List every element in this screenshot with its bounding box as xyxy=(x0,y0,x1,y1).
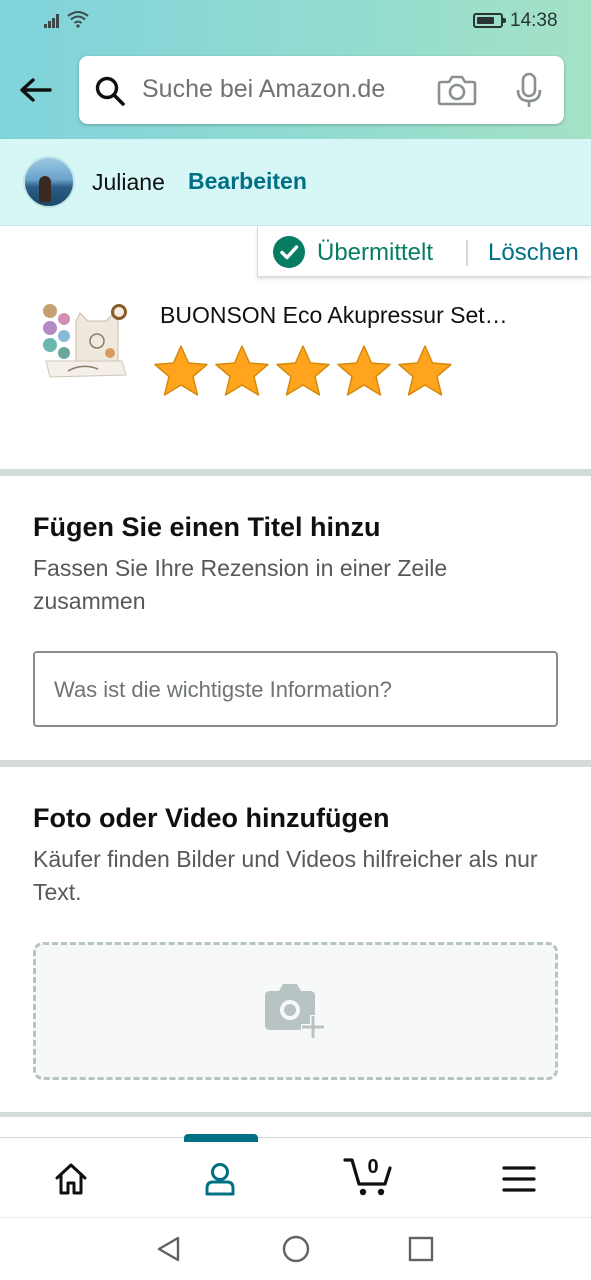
status-time: 14:38 xyxy=(510,10,558,31)
star-filled-icon[interactable] xyxy=(152,343,210,401)
star-rating[interactable] xyxy=(152,343,457,401)
divider xyxy=(466,240,468,266)
active-tab-indicator xyxy=(184,1134,258,1142)
review-title-input[interactable]: Was ist die wichtigste Information? xyxy=(33,651,558,727)
review-status-bar: Übermittelt Löschen xyxy=(257,227,591,277)
media-upload-area[interactable] xyxy=(33,942,558,1080)
cart-count-badge: 0 xyxy=(367,1156,379,1178)
microphone-icon[interactable] xyxy=(514,72,544,110)
edit-profile-link[interactable]: Bearbeiten xyxy=(188,168,307,195)
search-bar[interactable]: Suche bei Amazon.de xyxy=(79,56,564,124)
system-home-icon[interactable] xyxy=(281,1234,311,1264)
section-divider xyxy=(0,1112,591,1117)
signal-icon xyxy=(44,14,64,28)
back-arrow-icon[interactable] xyxy=(14,70,58,114)
star-filled-icon[interactable] xyxy=(335,343,393,401)
search-icon xyxy=(95,76,125,106)
search-input[interactable]: Suche bei Amazon.de xyxy=(142,75,385,104)
section-divider xyxy=(0,760,591,767)
product-title: BUONSON Eco Akupressur Set… xyxy=(160,302,508,328)
nav-menu[interactable] xyxy=(464,1138,574,1218)
title-subtitle: Fassen Sie Ihre Rezension in einer Zeile… xyxy=(33,555,448,614)
battery-icon xyxy=(473,13,506,28)
camera-icon[interactable] xyxy=(437,73,477,107)
system-navigation-bar xyxy=(0,1217,591,1280)
delete-link[interactable]: Löschen xyxy=(488,239,579,267)
status-bar: 14:38 xyxy=(0,0,591,40)
account-icon xyxy=(205,1163,235,1196)
nav-home[interactable] xyxy=(16,1138,126,1218)
check-circle-icon xyxy=(273,236,305,268)
wifi-icon xyxy=(67,11,89,28)
system-recents-icon[interactable] xyxy=(406,1234,436,1264)
media-subtitle: Käufer finden Bilder und Videos hilfreic… xyxy=(33,846,538,905)
home-icon xyxy=(55,1163,87,1195)
section-divider xyxy=(0,469,591,476)
reviewer-profile-bar: Juliane Bearbeiten xyxy=(0,139,591,226)
avatar[interactable] xyxy=(23,156,75,208)
star-filled-icon[interactable] xyxy=(274,343,332,401)
user-name: Juliane xyxy=(92,169,165,195)
menu-icon xyxy=(502,1166,536,1192)
system-back-icon[interactable] xyxy=(154,1234,184,1264)
product-image xyxy=(38,299,134,391)
star-filled-icon[interactable] xyxy=(213,343,271,401)
submitted-status: Übermittelt xyxy=(317,239,434,266)
media-heading: Foto oder Video hinzufügen xyxy=(33,803,390,833)
nav-account[interactable] xyxy=(146,1134,258,1218)
review-title-placeholder: Was ist die wichtigste Information? xyxy=(54,677,392,702)
add-photo-icon xyxy=(265,984,325,1039)
bottom-navigation: 0 xyxy=(0,1134,591,1218)
title-heading: Fügen Sie einen Titel hinzu xyxy=(33,512,381,542)
star-filled-icon[interactable] xyxy=(396,343,454,401)
app-header: 14:38 Suche bei Amazon.de xyxy=(0,0,591,139)
